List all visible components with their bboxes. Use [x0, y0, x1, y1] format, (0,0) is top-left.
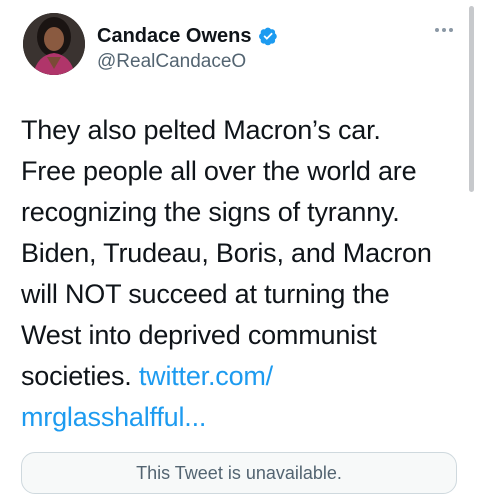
tweet-text-line: West into deprived communist	[21, 320, 377, 350]
tweet-text-line: Biden, Trudeau, Boris, and Macron	[21, 238, 432, 268]
tweet-text-segment: societies.	[21, 361, 139, 391]
avatar-image	[23, 13, 85, 75]
more-options-icon[interactable]	[435, 28, 453, 32]
user-handle[interactable]: @RealCandaceO	[97, 50, 246, 74]
author-name-row[interactable]: Candace Owens	[97, 24, 278, 48]
tweet-text-line: recognizing the signs of tyranny.	[21, 197, 400, 227]
tweet: Candace Owens @RealCandaceO They also pe…	[0, 0, 477, 500]
tweet-text-line-last: societies. twitter.com/	[21, 356, 461, 397]
tweet-text-line: will NOT succeed at turning the	[21, 279, 390, 309]
verified-badge-icon	[258, 27, 277, 46]
unavailable-message: This Tweet is unavailable.	[136, 462, 342, 483]
display-name[interactable]: Candace Owens	[97, 24, 252, 48]
tweet-text-line-link: mrglasshalfful...	[21, 397, 461, 438]
tweet-text-line: They also pelted Macron’s car.	[21, 115, 381, 145]
scrollbar[interactable]	[469, 6, 474, 192]
tweet-link[interactable]: twitter.com/	[139, 361, 273, 391]
tweet-link-continued[interactable]: mrglasshalfful...	[21, 402, 206, 432]
quoted-tweet-unavailable[interactable]: This Tweet is unavailable.	[21, 452, 457, 494]
tweet-text-line: Free people all over the world are	[21, 156, 417, 186]
avatar[interactable]	[23, 13, 85, 75]
tweet-text: They also pelted Macron’s car. Free peop…	[21, 110, 461, 438]
